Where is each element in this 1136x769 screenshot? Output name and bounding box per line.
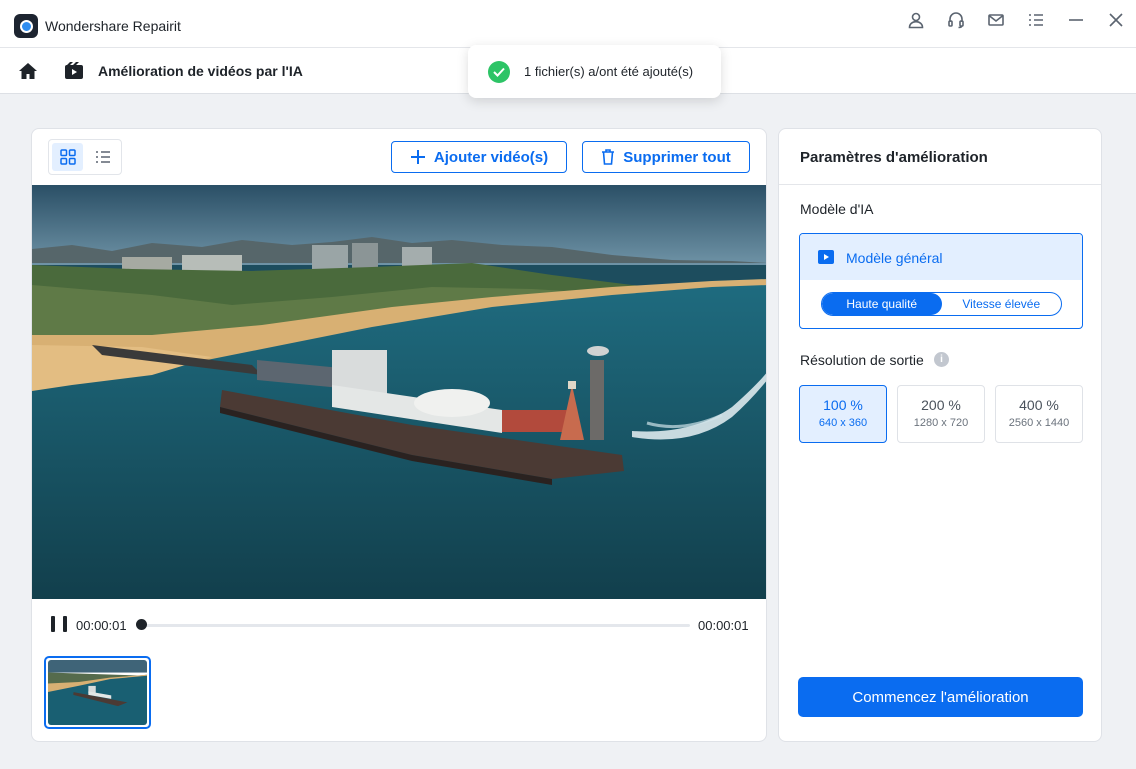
model-label: Modèle d'IA: [800, 201, 874, 217]
video-preview[interactable]: [32, 185, 766, 599]
resolution-label: Résolution de sortie: [800, 352, 924, 368]
progress-knob[interactable]: [136, 619, 147, 630]
pause-icon[interactable]: [51, 616, 67, 632]
resolution-percent: 400 %: [1019, 397, 1059, 413]
settings-panel: Paramètres d'amélioration Modèle d'IA Mo…: [778, 128, 1102, 742]
app-logo-icon: [14, 14, 38, 38]
start-enhancement-button[interactable]: Commencez l'amélioration: [798, 677, 1083, 717]
check-circle-icon: [488, 61, 510, 83]
model-name: Modèle général: [846, 250, 943, 266]
player-controls: 00:00:01 00:00:01: [32, 599, 766, 651]
divider: [779, 184, 1101, 185]
resolution-size: 640 x 360: [818, 417, 868, 429]
current-time: 00:00:01: [76, 618, 127, 633]
video-panel: Ajouter vidéo(s) Supprimer tout 00:00:01…: [31, 128, 767, 742]
model-video-icon: [818, 250, 834, 264]
delete-all-label: Supprimer tout: [623, 148, 731, 166]
resolution-size: 1280 x 720: [913, 417, 969, 429]
toast-message: 1 fichier(s) a/ont été ajouté(s): [524, 64, 694, 79]
minimize-icon[interactable]: [1056, 0, 1096, 40]
quality-high-option[interactable]: Haute qualité: [822, 293, 942, 315]
delete-all-button[interactable]: Supprimer tout: [582, 141, 750, 173]
total-time: 00:00:01: [698, 618, 749, 633]
home-icon[interactable]: [16, 60, 40, 82]
resolution-option-400[interactable]: 400 % 2560 x 1440: [995, 385, 1083, 443]
info-icon[interactable]: i: [934, 352, 949, 367]
plus-icon: [410, 150, 425, 164]
add-video-button[interactable]: Ajouter vidéo(s): [391, 141, 567, 173]
resolution-percent: 200 %: [921, 397, 961, 413]
grid-view-icon[interactable]: [52, 143, 83, 171]
mail-icon[interactable]: [976, 0, 1016, 40]
app-title: Wondershare Repairit: [45, 18, 181, 34]
resolution-size: 2560 x 1440: [1008, 417, 1070, 429]
resolution-option-100[interactable]: 100 % 640 x 360: [799, 385, 887, 443]
list-view-icon[interactable]: [87, 143, 118, 171]
quality-fast-option[interactable]: Vitesse élevée: [942, 293, 1062, 315]
settings-title: Paramètres d'amélioration: [800, 149, 988, 166]
video-thumbnail[interactable]: [44, 656, 151, 729]
quality-toggle: Haute qualité Vitesse élevée: [821, 292, 1062, 316]
close-icon[interactable]: [1096, 0, 1136, 40]
headset-icon[interactable]: [936, 0, 976, 40]
success-toast: 1 fichier(s) a/ont été ajouté(s): [468, 45, 721, 98]
view-toggle: [48, 139, 122, 175]
trash-icon: [602, 149, 615, 165]
progress-track[interactable]: [142, 624, 690, 627]
page-title: Amélioration de vidéos par l'IA: [98, 63, 303, 79]
resolution-option-200[interactable]: 200 % 1280 x 720: [897, 385, 985, 443]
model-general-option[interactable]: Modèle général: [800, 234, 1082, 280]
title-bar: Wondershare Repairit: [0, 0, 1136, 48]
resolution-percent: 100 %: [823, 397, 863, 413]
account-icon[interactable]: [896, 0, 936, 40]
window-controls: [896, 0, 1136, 40]
model-card: Modèle général Haute qualité Vitesse éle…: [799, 233, 1083, 329]
video-enhance-icon: [64, 61, 84, 81]
menu-icon[interactable]: [1016, 0, 1056, 40]
add-video-label: Ajouter vidéo(s): [433, 148, 549, 166]
